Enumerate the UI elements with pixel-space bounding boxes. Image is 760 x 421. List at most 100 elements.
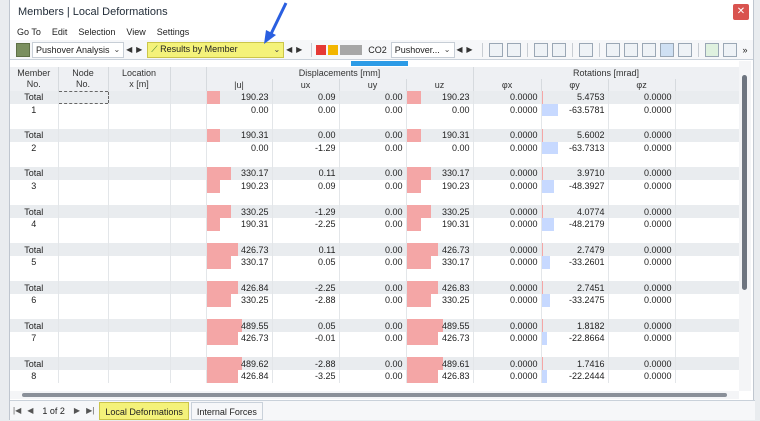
prev-case-button[interactable]: ◀ (455, 45, 465, 54)
value-cell-px[interactable]: 0.0000 (473, 91, 541, 104)
table-row[interactable]: 10.000.000.000.000.0000-63.57810.0000 (10, 104, 739, 117)
member-cell[interactable]: Total (10, 129, 58, 142)
value-cell-px[interactable]: 0.0000 (473, 180, 541, 193)
value-cell-u[interactable]: 426.84 (206, 281, 272, 294)
table-row[interactable]: 5330.170.050.00330.170.0000-33.26010.000… (10, 256, 739, 269)
value-cell-u[interactable]: 426.84 (206, 370, 272, 383)
value-cell-u[interactable]: 330.25 (206, 294, 272, 307)
value-cell-px[interactable]: 0.0000 (473, 357, 541, 370)
value-cell-uy[interactable]: 0.00 (339, 205, 406, 218)
location-cell[interactable] (108, 256, 170, 269)
value-cell-px[interactable]: 0.0000 (473, 332, 541, 345)
structure-icon[interactable] (579, 43, 593, 57)
table-row[interactable]: Total489.550.050.00489.550.00001.81820.0… (10, 319, 739, 332)
value-cell-ux[interactable]: -2.25 (272, 281, 339, 294)
node-cell[interactable] (58, 357, 108, 370)
value-cell-px[interactable]: 0.0000 (473, 129, 541, 142)
node-cell[interactable] (58, 243, 108, 256)
member-cell[interactable]: 7 (10, 332, 58, 345)
location-cell[interactable] (108, 319, 170, 332)
value-cell-px[interactable]: 0.0000 (473, 104, 541, 117)
value-cell-ux[interactable]: 0.05 (272, 256, 339, 269)
value-cell-py[interactable]: -33.2601 (541, 256, 608, 269)
value-cell-ux[interactable]: -3.25 (272, 370, 339, 383)
table-row[interactable]: Total426.84-2.250.00426.830.00002.74510.… (10, 281, 739, 294)
value-cell-px[interactable]: 0.0000 (473, 142, 541, 155)
member-cell[interactable]: 5 (10, 256, 58, 269)
value-cell-ux[interactable]: 0.11 (272, 243, 339, 256)
vertical-scrollbar[interactable] (739, 61, 751, 391)
value-cell-ux[interactable]: -0.01 (272, 332, 339, 345)
value-cell-uz[interactable]: 0.00 (406, 104, 473, 117)
value-cell-px[interactable]: 0.0000 (473, 243, 541, 256)
close-icon[interactable]: ✕ (733, 4, 749, 20)
value-cell-u[interactable]: 190.23 (206, 180, 272, 193)
value-cell-u[interactable]: 426.73 (206, 332, 272, 345)
value-cell-uy[interactable]: 0.00 (339, 332, 406, 345)
location-cell[interactable] (108, 281, 170, 294)
col-header-member[interactable]: Member No. (10, 67, 58, 91)
member-cell[interactable]: 2 (10, 142, 58, 155)
location-cell[interactable] (108, 129, 170, 142)
value-cell-u[interactable]: 190.23 (206, 91, 272, 104)
value-cell-uz[interactable]: 426.83 (406, 370, 473, 383)
node-cell[interactable] (58, 281, 108, 294)
overflow-icon[interactable]: » (743, 45, 748, 55)
member-cell[interactable]: 4 (10, 218, 58, 231)
table-row[interactable]: Total426.730.110.00426.730.00002.74790.0… (10, 243, 739, 256)
prev-result-button[interactable]: ◀ (284, 45, 294, 54)
value-cell-pz[interactable]: 0.0000 (608, 167, 675, 180)
filter-icon[interactable] (723, 43, 737, 57)
value-cell-uy[interactable]: 0.00 (339, 281, 406, 294)
table-rows-icon[interactable] (642, 43, 656, 57)
select-icon[interactable] (489, 43, 503, 57)
last-page-icon[interactable]: ▶| (86, 406, 94, 415)
location-cell[interactable] (108, 370, 170, 383)
value-cell-uz[interactable]: 190.31 (406, 129, 473, 142)
node-cell[interactable] (58, 218, 108, 231)
value-cell-ux[interactable]: -1.29 (272, 142, 339, 155)
value-cell-u[interactable]: 330.17 (206, 167, 272, 180)
table-row[interactable]: Total190.310.000.00190.310.00005.60020.0… (10, 129, 739, 142)
location-cell[interactable] (108, 104, 170, 117)
value-cell-ux[interactable]: 0.09 (272, 180, 339, 193)
value-cell-pz[interactable]: 0.0000 (608, 357, 675, 370)
menu-selection[interactable]: Selection (78, 27, 115, 37)
value-cell-ux[interactable]: 0.11 (272, 167, 339, 180)
member-cell[interactable]: Total (10, 205, 58, 218)
node-cell[interactable] (58, 256, 108, 269)
col-header-uz[interactable]: uz (406, 79, 473, 91)
value-cell-py[interactable]: 2.7451 (541, 281, 608, 294)
col-header-phix[interactable]: φx (473, 79, 541, 91)
node-cell[interactable] (58, 142, 108, 155)
node-cell[interactable] (58, 104, 108, 117)
table-row[interactable]: Total330.170.110.00330.170.00003.97100.0… (10, 167, 739, 180)
value-cell-py[interactable]: -48.3927 (541, 180, 608, 193)
value-cell-uz[interactable]: 489.61 (406, 357, 473, 370)
table-row[interactable]: 7426.73-0.010.00426.730.0000-22.86640.00… (10, 332, 739, 345)
value-cell-pz[interactable]: 0.0000 (608, 319, 675, 332)
table-row[interactable]: 8426.84-3.250.00426.830.0000-22.24440.00… (10, 370, 739, 383)
value-cell-uz[interactable]: 330.25 (406, 205, 473, 218)
value-cell-uy[interactable]: 0.00 (339, 104, 406, 117)
value-cell-py[interactable]: 1.8182 (541, 319, 608, 332)
col-header-phiz[interactable]: φz (608, 79, 675, 91)
value-cell-u[interactable]: 190.31 (206, 129, 272, 142)
value-cell-ux[interactable]: -2.25 (272, 218, 339, 231)
table-icon[interactable] (606, 43, 620, 57)
member-cell[interactable]: Total (10, 167, 58, 180)
member-cell[interactable]: Total (10, 357, 58, 370)
location-cell[interactable] (108, 91, 170, 104)
value-cell-uy[interactable]: 0.00 (339, 357, 406, 370)
value-cell-uy[interactable]: 0.00 (339, 218, 406, 231)
table-row[interactable]: Total489.62-2.880.00489.610.00001.74160.… (10, 357, 739, 370)
menu-edit[interactable]: Edit (52, 27, 68, 37)
value-cell-py[interactable]: 5.4753 (541, 91, 608, 104)
value-cell-py[interactable]: -63.7313 (541, 142, 608, 155)
value-cell-uz[interactable]: 426.73 (406, 243, 473, 256)
value-cell-pz[interactable]: 0.0000 (608, 104, 675, 117)
value-cell-uz[interactable]: 190.31 (406, 218, 473, 231)
value-cell-u[interactable]: 330.25 (206, 205, 272, 218)
value-cell-uy[interactable]: 0.00 (339, 129, 406, 142)
col-header-location[interactable]: Location x [m] (108, 67, 170, 91)
